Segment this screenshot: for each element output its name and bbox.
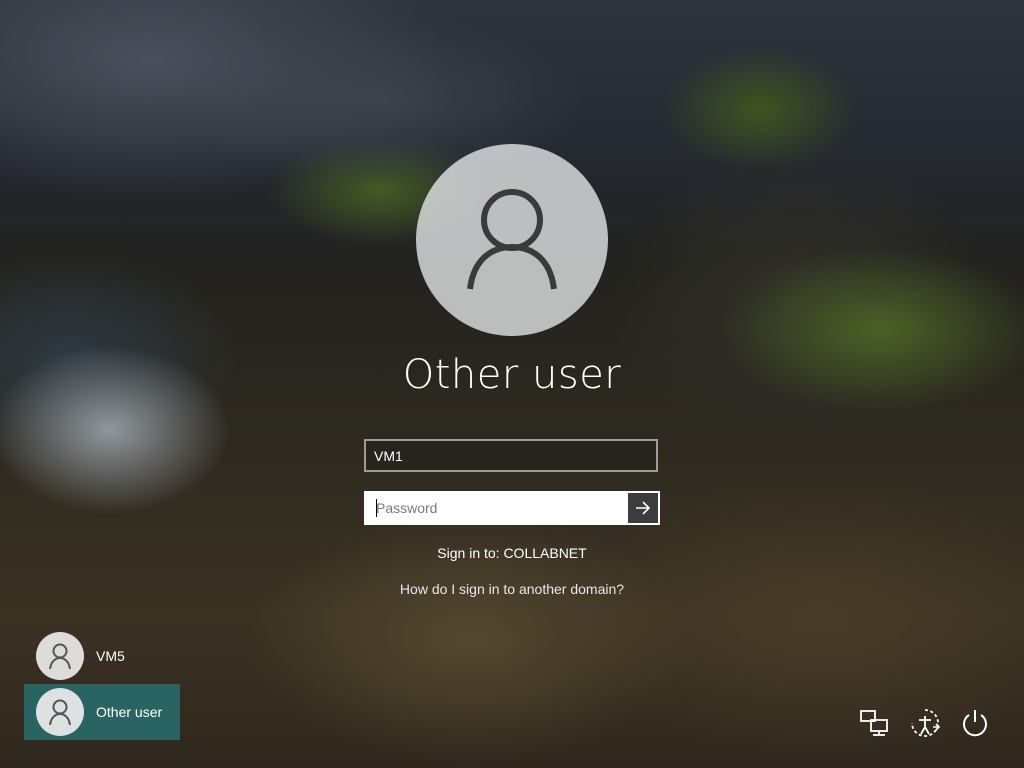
- password-field[interactable]: Password: [366, 493, 628, 523]
- user-silhouette-icon: [49, 699, 71, 726]
- other-domain-link[interactable]: How do I sign in to another domain?: [0, 581, 1024, 597]
- power-button[interactable]: [958, 706, 992, 740]
- system-icons: [858, 706, 992, 740]
- network-icon: [860, 710, 888, 736]
- user-avatar-large: [416, 144, 608, 336]
- sign-in-domain-text: Sign in to: COLLABNET: [437, 545, 587, 561]
- ease-of-access-button[interactable]: [908, 706, 942, 740]
- avatar: [36, 632, 84, 680]
- avatar: [36, 688, 84, 736]
- password-input-group: Password: [364, 491, 660, 525]
- username-field[interactable]: VM1: [364, 439, 658, 472]
- power-icon: [963, 710, 987, 737]
- user-tile-other-user[interactable]: Other user: [24, 684, 180, 740]
- user-tile-vm5[interactable]: VM5: [24, 628, 180, 684]
- arrow-right-icon: [636, 501, 651, 515]
- text-caret: [376, 499, 377, 517]
- user-silhouette-icon: [49, 643, 71, 670]
- submit-button[interactable]: [628, 493, 658, 523]
- user-silhouette-icon: [467, 189, 557, 290]
- ease-of-access-icon: [911, 709, 941, 737]
- network-button[interactable]: [858, 706, 892, 740]
- user-tile-label: Other user: [96, 704, 163, 720]
- page-title: Other user: [402, 352, 622, 398]
- user-tile-label: VM5: [96, 648, 125, 664]
